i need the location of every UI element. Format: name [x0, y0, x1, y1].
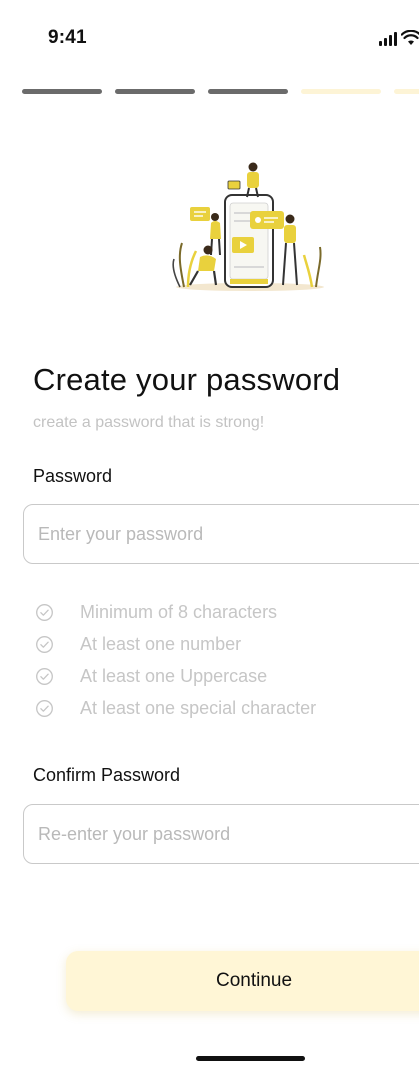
requirement-item: Minimum of 8 characters: [35, 596, 316, 628]
requirement-item: At least one special character: [35, 692, 316, 724]
confirm-password-input[interactable]: [24, 805, 419, 863]
status-time: 9:41: [48, 27, 87, 48]
check-circle-icon: [36, 699, 53, 717]
page-subtitle: create a password that is strong!: [33, 414, 265, 431]
requirement-text: Minimum of 8 characters: [80, 601, 278, 622]
page-title: Create your password: [33, 362, 341, 397]
password-label: Password: [33, 466, 113, 486]
requirement-item: At least one Uppercase: [35, 660, 316, 692]
create-password-screen: 9:41 Create your password create a passw…: [0, 0, 419, 1077]
password-requirements: Minimum of 8 characters At least one numb…: [35, 596, 316, 724]
requirement-item: At least one number: [35, 628, 316, 660]
confirm-password-field[interactable]: [23, 804, 419, 864]
home-indicator: [196, 1056, 305, 1061]
signal-icon: [379, 32, 397, 46]
onboarding-illustration: [172, 162, 324, 291]
password-input[interactable]: [24, 505, 419, 563]
wifi-icon: [401, 30, 419, 45]
requirement-text: At least one special character: [80, 697, 317, 718]
progress-segment: [394, 89, 419, 94]
check-circle-icon: [36, 667, 53, 685]
requirement-text: At least one Uppercase: [80, 665, 268, 686]
step-progress: [22, 89, 419, 94]
password-field[interactable]: [23, 504, 419, 564]
progress-segment: [115, 89, 195, 94]
requirement-text: At least one number: [80, 633, 242, 654]
check-circle-icon: [36, 635, 53, 653]
progress-segment: [22, 89, 102, 94]
confirm-password-label: Confirm Password: [33, 765, 181, 785]
continue-button[interactable]: Continue: [66, 951, 419, 1011]
progress-segment: [301, 89, 381, 94]
check-circle-icon: [36, 603, 53, 621]
status-icons: [379, 30, 419, 46]
progress-segment: [208, 89, 288, 94]
